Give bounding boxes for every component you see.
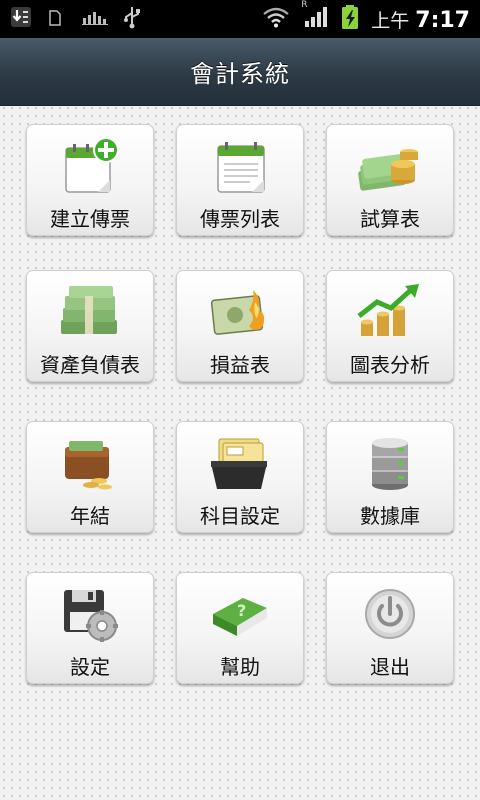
menu-tile-account-settings[interactable]: 科目設定 xyxy=(176,421,304,533)
growth-chart-icon xyxy=(327,281,453,343)
power-icon xyxy=(327,583,453,645)
wifi-icon xyxy=(261,6,291,32)
clock-ampm: 上午 xyxy=(371,9,410,32)
battery-charging-icon xyxy=(341,4,359,34)
signal-bars-icon xyxy=(82,9,108,29)
menu-tile-trial-balance[interactable]: 試算表 xyxy=(326,124,454,236)
menu-tile-year-end[interactable]: 年結 xyxy=(26,421,154,533)
menu-label: 圖表分析 xyxy=(350,353,430,377)
menu-label: 試算表 xyxy=(360,207,420,231)
clock-time: 7:17 xyxy=(415,7,470,33)
burning-money-icon xyxy=(177,281,303,343)
menu-label: 設定 xyxy=(70,655,110,679)
status-bar: R 上午 7:17 xyxy=(0,0,480,38)
menu-label: 損益表 xyxy=(210,353,270,377)
sd-card-icon xyxy=(46,8,68,30)
menu-label: 幫助 xyxy=(220,655,260,679)
calendar-add-icon xyxy=(27,135,153,197)
menu-tile-chart-analysis[interactable]: 圖表分析 xyxy=(326,270,454,382)
menu-tile-exit[interactable]: 退出 xyxy=(326,572,454,684)
download-icon xyxy=(10,6,32,32)
menu-tile-settings[interactable]: 設定 xyxy=(26,572,154,684)
menu-label: 數據庫 xyxy=(360,504,420,528)
menu-tile-database[interactable]: 數據庫 xyxy=(326,421,454,533)
status-clock: 上午 7:17 xyxy=(371,6,470,33)
floppy-gear-icon xyxy=(27,583,153,645)
usb-icon xyxy=(122,5,142,33)
menu-tile-create-voucher[interactable]: 建立傳票 xyxy=(26,124,154,236)
wallet-icon xyxy=(27,432,153,494)
database-icon xyxy=(327,432,453,494)
app-title: 會計系統 xyxy=(190,60,290,88)
calendar-list-icon xyxy=(177,135,303,197)
menu-label: 退出 xyxy=(370,655,410,679)
menu-tile-help[interactable]: ? 幫助 xyxy=(176,572,304,684)
menu-label: 建立傳票 xyxy=(50,207,130,231)
menu-label: 資產負債表 xyxy=(40,353,140,377)
menu-label: 傳票列表 xyxy=(200,207,280,231)
menu-tile-voucher-list[interactable]: 傳票列表 xyxy=(176,124,304,236)
money-coins-icon xyxy=(327,135,453,197)
file-box-icon xyxy=(177,432,303,494)
app-title-bar: 會計系統 xyxy=(0,38,480,106)
menu-tile-income-statement[interactable]: 損益表 xyxy=(176,270,304,382)
svg-text:?: ? xyxy=(237,601,246,620)
money-stacks-icon xyxy=(27,281,153,343)
menu-label: 年結 xyxy=(70,504,110,528)
menu-label: 科目設定 xyxy=(200,504,280,528)
roaming-indicator: R xyxy=(301,0,308,10)
help-book-icon: ? xyxy=(177,583,303,645)
menu-tile-balance-sheet[interactable]: 資產負債表 xyxy=(26,270,154,382)
cell-signal-icon: R xyxy=(301,0,329,32)
